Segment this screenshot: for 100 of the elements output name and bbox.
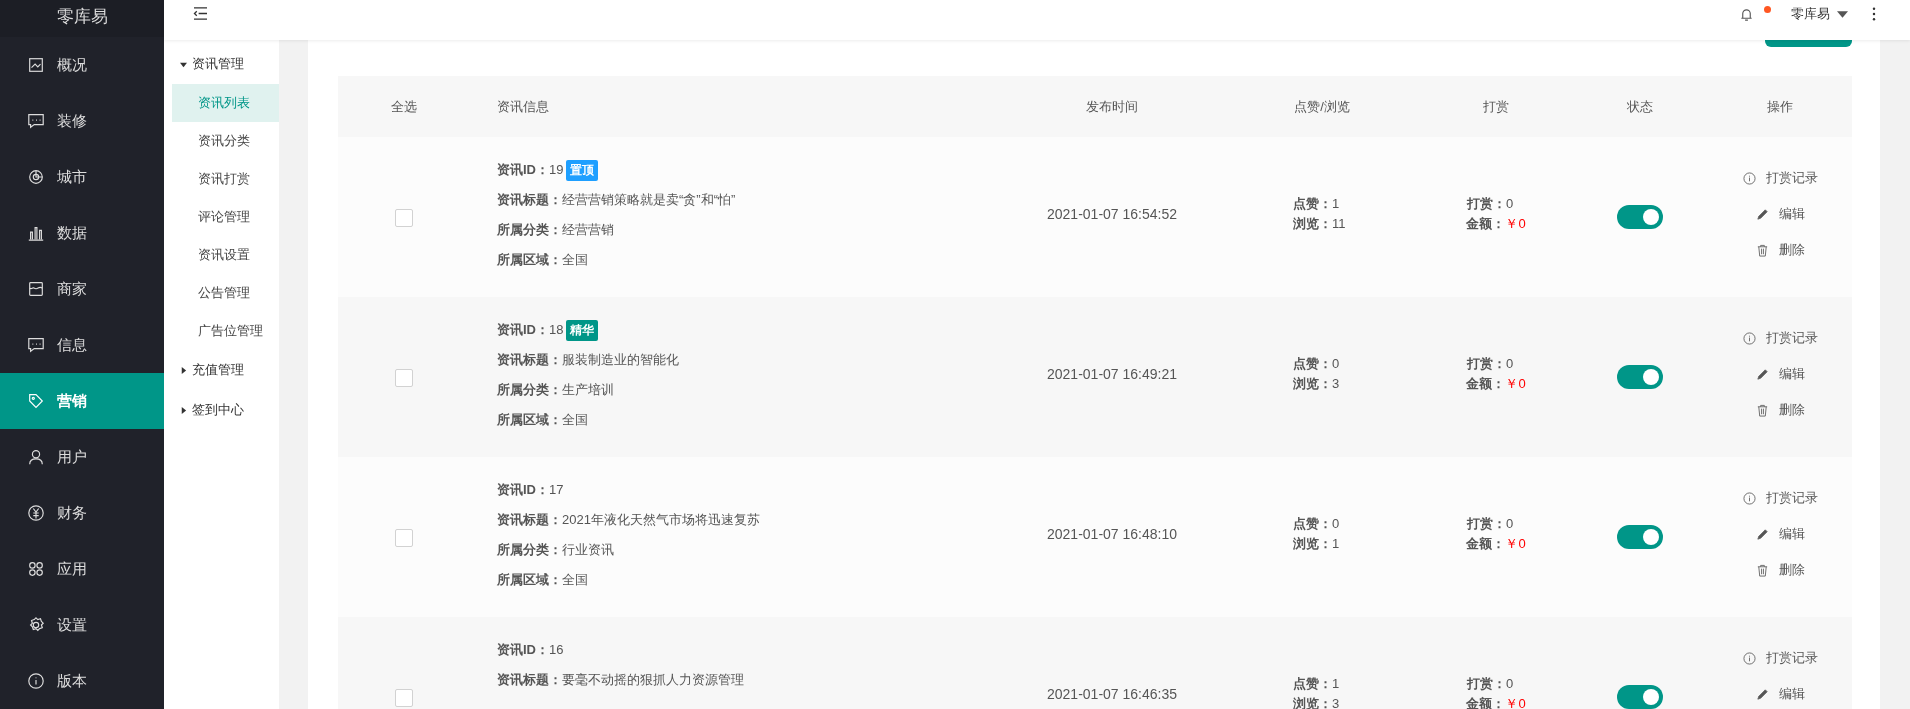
user-menu[interactable]: 零库易 [1791,5,1830,23]
status-toggle[interactable] [1617,365,1663,389]
publish-time: 2021-01-07 16:49:21 [1047,366,1177,382]
column-header: 发布时间 [1085,97,1139,116]
caret-icon [1837,10,1848,18]
pencil-icon [1755,687,1769,701]
info-field: 资讯标题：2021年液化天然气市场将迅速复苏 [497,511,760,529]
checkbox[interactable] [395,529,413,547]
publish-time: 2021-01-07 16:46:35 [1047,686,1177,702]
checkbox[interactable] [395,689,413,707]
nav-item[interactable]: 数据 [0,205,164,261]
action-link[interactable]: 编辑 [1755,516,1805,552]
nav-item[interactable]: 概况 [0,37,164,93]
checkbox[interactable] [395,369,413,387]
tag-label: 精华 [566,319,599,341]
chat-icon [27,112,45,130]
caret-icon [180,366,187,374]
info-field: 资讯标题：经营营销策略就是卖“贪”和“怕” [497,191,736,209]
reward-text: 打赏：0 [1467,195,1515,213]
submenu-item[interactable]: 资讯分类 [172,122,279,160]
message-icon [27,336,45,354]
column-header: 状态 [1626,97,1654,116]
nav-item[interactable]: 应用 [0,541,164,597]
info-icon [1742,491,1756,505]
submenu-group[interactable]: 资讯管理 [164,44,279,84]
submenu-group[interactable]: 签到中心 [164,390,279,430]
info-field: 所属区域：全国 [497,571,588,589]
pie-icon [27,168,45,186]
info-field: 资讯ID：19 [497,161,564,179]
nav-item[interactable]: 营销 [0,373,164,429]
info-icon [27,672,45,690]
info-icon [1742,331,1756,345]
stat-text: 浏览：11 [1293,215,1347,233]
pencil-icon [1755,367,1769,381]
pencil-icon [1755,207,1769,221]
submenu-item[interactable]: 资讯打赏 [172,160,279,198]
nav-item[interactable]: 商家 [0,261,164,317]
action-link[interactable]: 打赏记录 [1742,160,1818,196]
column-header: 全选 [390,97,418,116]
bell-icon[interactable] [1739,6,1754,22]
info-field: 资讯标题：服装制造业的智能化 [497,351,679,369]
nav-item[interactable]: 版本 [0,653,164,709]
info-field: 所属分类：行业资讯 [497,541,614,559]
nav-item[interactable]: 装修 [0,93,164,149]
info-field: 资讯ID：18 [497,321,564,339]
status-toggle[interactable] [1617,525,1663,549]
status-toggle[interactable] [1617,685,1663,709]
info-icon [1742,171,1756,185]
pencil-icon [1755,527,1769,541]
column-header: 资讯信息 [496,97,550,116]
status-toggle[interactable] [1617,205,1663,229]
publish-time: 2021-01-07 16:54:52 [1047,206,1177,222]
reward-text: 打赏：0 [1467,515,1515,533]
yen-icon [27,504,45,522]
nav-item[interactable]: 用户 [0,429,164,485]
menu-icon[interactable] [193,6,208,20]
tag-label: 置顶 [566,159,599,181]
submenu-group[interactable]: 充值管理 [164,350,279,390]
trash-icon [1755,403,1769,417]
action-link[interactable]: 编辑 [1755,676,1805,709]
reward-text: 打赏：0 [1467,355,1515,373]
action-link[interactable]: 打赏记录 [1742,480,1818,516]
action-link[interactable]: 编辑 [1755,356,1805,392]
more-icon[interactable] [1872,7,1876,21]
caret-icon [180,60,187,68]
gear-icon [27,616,45,634]
caret-icon [180,406,187,414]
action-link[interactable]: 编辑 [1755,196,1805,232]
nav-item[interactable]: 财务 [0,485,164,541]
submenu-item[interactable]: 资讯设置 [172,236,279,274]
nav-item[interactable]: 城市 [0,149,164,205]
stat-text: 点赞：1 [1293,195,1341,213]
info-field: 资讯ID：16 [497,641,564,659]
trash-icon [1755,243,1769,257]
action-link[interactable]: 删除 [1755,392,1805,428]
submenu-item[interactable]: 评论管理 [172,198,279,236]
action-link[interactable]: 删除 [1755,232,1805,268]
stat-text: 点赞：0 [1293,515,1341,533]
stat-text: 浏览：3 [1293,375,1341,393]
column-header: 操作 [1766,97,1794,116]
checkbox[interactable] [395,209,413,227]
nav-item[interactable]: 设置 [0,597,164,653]
info-field: 资讯标题：要毫不动摇的狠抓人力资源管理 [497,671,744,689]
nav-item[interactable]: 信息 [0,317,164,373]
column-header: 打赏 [1482,97,1510,116]
info-field: 所属分类：经营营销 [497,221,614,239]
reward-text: 打赏：0 [1467,675,1515,693]
submenu-item[interactable]: 广告位管理 [172,312,279,350]
shop-icon [27,280,45,298]
info-field: 所属分类：生产培训 [497,381,614,399]
action-link[interactable]: 打赏记录 [1742,320,1818,356]
user-icon [27,448,45,466]
submenu-item[interactable]: 公告管理 [172,274,279,312]
action-link[interactable]: 删除 [1755,552,1805,588]
action-button[interactable] [1765,40,1852,47]
reward-text: 金额：￥0 [1466,375,1526,393]
stat-text: 点赞：1 [1293,675,1341,693]
reward-text: 金额：￥0 [1466,535,1526,553]
stat-text: 浏览：1 [1293,535,1341,553]
action-link[interactable]: 打赏记录 [1742,640,1818,676]
